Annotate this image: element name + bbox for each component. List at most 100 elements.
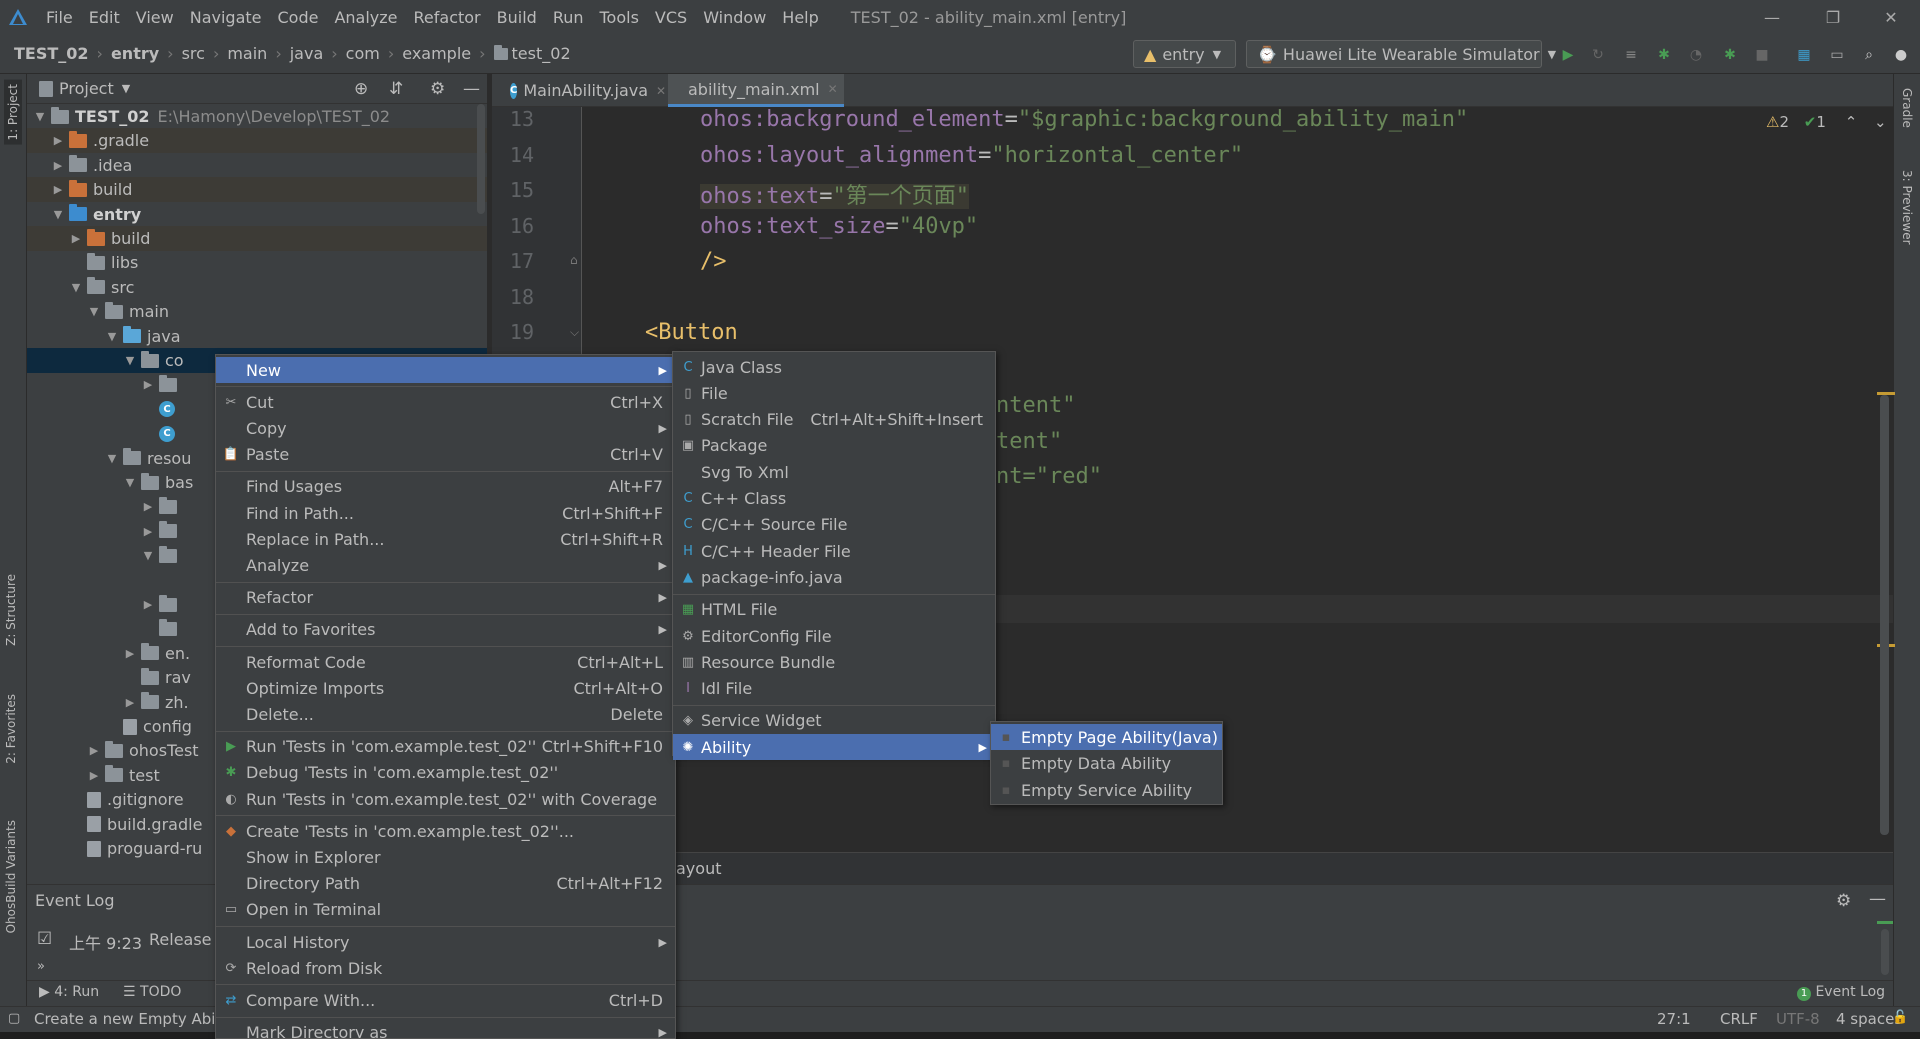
collapsed-arrow-icon[interactable]: ▶ [141, 598, 155, 611]
menu-item-cut[interactable]: ✂ Cut Ctrl+X [216, 389, 675, 415]
rerun-icon[interactable]: ↻ [1586, 44, 1610, 66]
breadcrumb-item[interactable]: main › [227, 44, 289, 63]
collapsed-arrow-icon[interactable]: ▶ [123, 696, 137, 709]
status-layout-icon[interactable]: ▢ [8, 1011, 20, 1026]
menu-item-run-tests-in-com-example-test-02-with-coverage[interactable]: ◐ Run 'Tests in 'com.example.test_02'' wi… [216, 786, 675, 812]
collapsed-arrow-icon[interactable]: ▶ [51, 134, 65, 147]
menu-item-delete[interactable]: Delete... Delete [216, 701, 675, 727]
run-icon[interactable]: ▶ [1556, 44, 1580, 66]
build-variants-tool-tab[interactable]: OhosBuild Variants [4, 820, 18, 933]
close-window-button[interactable]: ✕ [1862, 0, 1920, 34]
menu-item-svg-to-xml[interactable]: Svg To Xml [673, 459, 995, 485]
expanded-arrow-icon[interactable]: ▼ [69, 281, 83, 294]
stop-icon[interactable]: ■ [1750, 44, 1774, 66]
gradle-tool-tab[interactable]: Gradle [1900, 88, 1914, 128]
expanded-arrow-icon[interactable]: ▼ [105, 330, 119, 343]
previewer-tool-tab[interactable]: 3: Previewer [1900, 170, 1914, 245]
menu-item-file[interactable]: ▯ File [673, 380, 995, 406]
menu-item-c-c-source-file[interactable]: C C/C++ Source File [673, 512, 995, 538]
menu-item-resource-bundle[interactable]: ▥ Resource Bundle [673, 649, 995, 675]
editor-scrollbar[interactable] [1880, 395, 1889, 835]
expanded-arrow-icon[interactable]: ▼ [123, 476, 137, 489]
minimize-button[interactable]: — [1743, 0, 1801, 34]
menu-item-find-in-path[interactable]: Find in Path... Ctrl+Shift+F [216, 500, 675, 526]
menu-item-compare-with[interactable]: ⇄ Compare With... Ctrl+D [216, 987, 675, 1013]
menu-item-c-c-header-file[interactable]: H C/C++ Header File [673, 538, 995, 564]
menu-run[interactable]: Run [545, 8, 592, 27]
menu-item-directory-path[interactable]: Directory Path Ctrl+Alt+F12 [216, 871, 675, 897]
breadcrumb-item[interactable]: test_02 [493, 44, 571, 63]
collapsed-arrow-icon[interactable]: ▶ [69, 232, 83, 245]
inspection-widget[interactable]: ⚠2 ✔1 ⌃ ⌄ [1766, 113, 1887, 131]
tab-main-ability[interactable]: C MainAbility.java ✕ [496, 74, 666, 107]
menu-item-refactor[interactable]: Refactor ▶ [216, 585, 675, 611]
hide-panel-icon[interactable]: — [1869, 889, 1886, 909]
terminal-icon[interactable]: ▭ [1825, 44, 1849, 66]
breadcrumb-item[interactable]: entry › [111, 44, 182, 63]
breadcrumb-item[interactable]: TEST_02 › [14, 44, 111, 63]
collapsed-arrow-icon[interactable]: ▶ [141, 378, 155, 391]
menu-item-package-info-java[interactable]: ▲ package-info.java [673, 564, 995, 590]
close-icon[interactable]: ✕ [656, 84, 666, 98]
lock-icon[interactable]: 🔓 [1892, 1010, 1908, 1025]
menu-tools[interactable]: Tools [592, 8, 647, 27]
gear-icon[interactable]: ⚙ [430, 79, 445, 99]
tree-node[interactable]: ▼ java [27, 324, 487, 349]
tab-ability-main-xml[interactable]: ability_main.xml ✕ [668, 74, 844, 107]
menu-item-optimize-imports[interactable]: Optimize Imports Ctrl+Alt+O [216, 675, 675, 701]
expanded-arrow-icon[interactable]: ▼ [105, 452, 119, 465]
expanded-arrow-icon[interactable]: ▼ [141, 549, 155, 562]
tree-node[interactable]: ▶ build [27, 226, 487, 251]
file-encoding[interactable]: UTF-8 [1776, 1010, 1820, 1028]
event-log-tool-tab[interactable]: 1 Event Log [1797, 984, 1885, 1001]
menu-item-local-history[interactable]: Local History ▶ [216, 929, 675, 955]
breadcrumb-item[interactable]: example › [402, 44, 493, 63]
tree-node[interactable]: ▼ TEST_02 E:\Hamony\Develop\TEST_02 [27, 104, 487, 129]
collapsed-arrow-icon[interactable]: ▶ [141, 525, 155, 538]
menu-navigate[interactable]: Navigate [182, 8, 270, 27]
project-structure-icon[interactable]: ▦ [1792, 44, 1816, 66]
breadcrumb-item[interactable]: com › [346, 44, 403, 63]
collapsed-arrow-icon[interactable]: ▶ [87, 769, 101, 782]
menu-item-analyze[interactable]: Analyze ▶ [216, 552, 675, 578]
tree-node[interactable]: libs [27, 250, 487, 275]
menu-code[interactable]: Code [270, 8, 327, 27]
structure-tool-tab[interactable]: Z: Structure [4, 574, 18, 646]
fold-end-icon[interactable]: ⌂ [570, 253, 578, 267]
expanded-arrow-icon[interactable]: ▼ [87, 305, 101, 318]
caret-position[interactable]: 27:1 [1657, 1010, 1691, 1028]
locate-icon[interactable]: ⊕ [354, 79, 368, 99]
menu-item-open-in-terminal[interactable]: ▭ Open in Terminal [216, 897, 675, 923]
previous-highlight-icon[interactable]: ⌃ [1845, 113, 1858, 131]
menu-item-reformat-code[interactable]: Reformat Code Ctrl+Alt+L [216, 649, 675, 675]
menu-item-new[interactable]: New ▶ [216, 357, 675, 383]
menu-item-empty-page-ability-java[interactable]: ▪ Empty Page Ability(Java) [991, 724, 1222, 750]
collapsed-arrow-icon[interactable]: ▶ [51, 159, 65, 172]
menu-edit[interactable]: Edit [81, 8, 128, 27]
menu-item-paste[interactable]: 📋 Paste Ctrl+V [216, 442, 675, 468]
expand-icon[interactable]: » [37, 959, 45, 974]
expanded-arrow-icon[interactable]: ▼ [33, 110, 47, 123]
menu-item-editorconfig-file[interactable]: ⚙ EditorConfig File [673, 623, 995, 649]
checkbox-icon[interactable]: ☑ [37, 929, 52, 949]
favorites-tool-tab[interactable]: 2: Favorites [4, 694, 18, 764]
menu-item-mark-directory-as[interactable]: Mark Directory as ▶ [216, 1020, 675, 1038]
breadcrumb-item[interactable]: src › [182, 44, 228, 63]
todo-tool-tab[interactable]: ☰ TODO [123, 984, 181, 1000]
menu-item-debug-tests-in-com-example-test-02[interactable]: ✱ Debug 'Tests in 'com.example.test_02'' [216, 760, 675, 786]
menu-item-service-widget[interactable]: ◈ Service Widget [673, 708, 995, 734]
tree-node[interactable]: ▶ .gradle [27, 128, 487, 154]
tree-scrollbar[interactable] [477, 104, 485, 214]
collapsed-arrow-icon[interactable]: ▶ [51, 183, 65, 196]
gear-icon[interactable]: ⚙ [1836, 891, 1851, 911]
menu-item-package[interactable]: ▣ Package [673, 433, 995, 459]
layout-crumb[interactable]: ayout [676, 859, 721, 878]
menu-item-create-tests-in-com-example-test-02[interactable]: ◆ Create 'Tests in 'com.example.test_02''… [216, 818, 675, 844]
collapse-all-icon[interactable]: ⇵ [389, 79, 403, 99]
run-tool-tab[interactable]: ▶ 4: Run [39, 984, 99, 1000]
menu-refactor[interactable]: Refactor [406, 8, 489, 27]
run-config-combo[interactable]: ▲ entry ▼ [1133, 40, 1236, 68]
collapsed-arrow-icon[interactable]: ▶ [87, 744, 101, 757]
menu-item-empty-data-ability[interactable]: ▪ Empty Data Ability [991, 751, 1222, 777]
chevron-down-icon[interactable]: ▼ [122, 82, 130, 95]
